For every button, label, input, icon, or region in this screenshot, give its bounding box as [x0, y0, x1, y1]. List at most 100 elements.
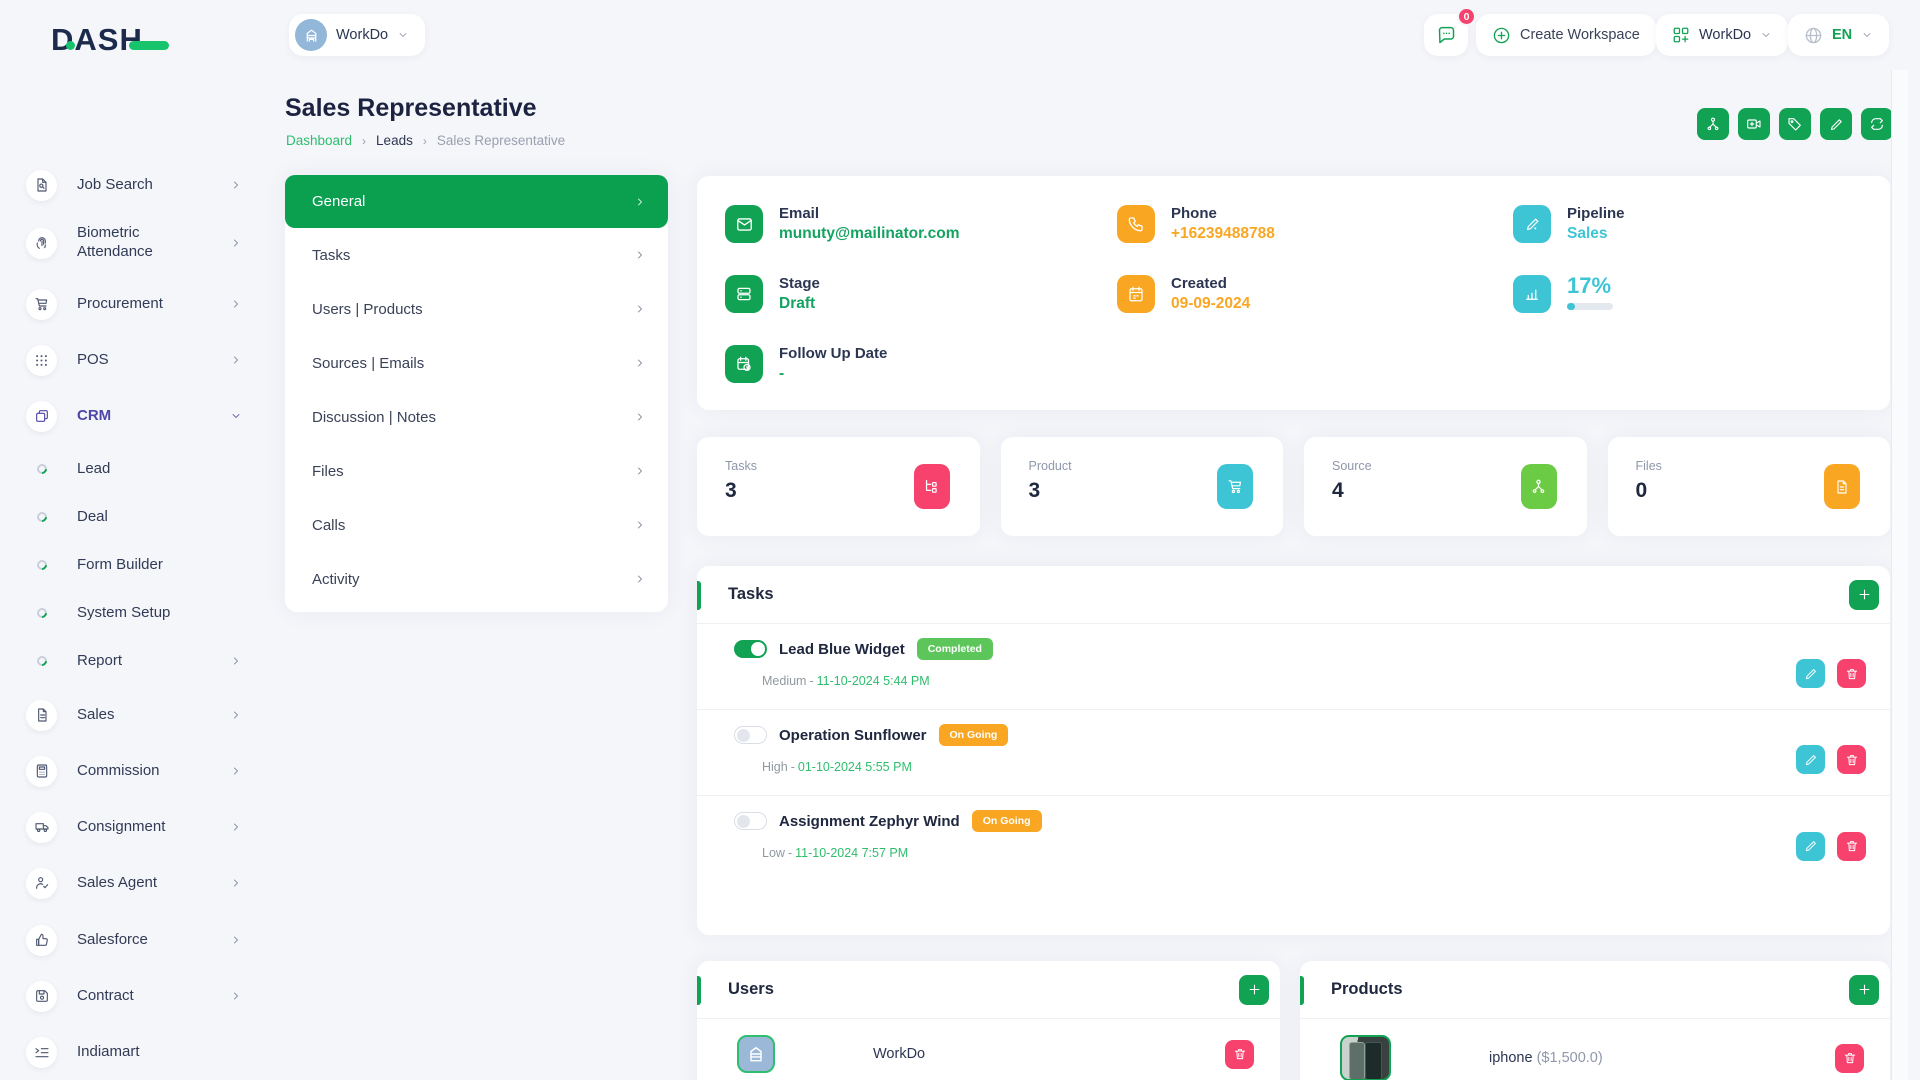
edit-task-button[interactable] — [1796, 745, 1825, 774]
sidebar-item-sales[interactable]: Sales — [26, 687, 242, 743]
product-row: iphone ($1,500.0) — [1300, 1019, 1890, 1080]
create-workspace-button[interactable]: Create Workspace — [1476, 14, 1656, 56]
logo-bar — [129, 41, 169, 50]
trash-icon — [1845, 667, 1859, 681]
lead-detail-column: Emailmunuty@mailinator.com Phone+1623948… — [697, 176, 1890, 1080]
task-complete-toggle[interactable] — [734, 812, 767, 830]
brand-logo[interactable]: DASH — [66, 22, 169, 58]
sidebar-item-system-setup[interactable]: System Setup — [26, 589, 242, 637]
breadcrumb-separator: › — [423, 134, 427, 148]
user-row: WorkDo — [697, 1019, 1280, 1073]
chevron-right-icon — [230, 237, 242, 249]
workspace-name: WorkDo — [336, 27, 388, 43]
add-user-button[interactable] — [1239, 975, 1269, 1005]
convert-to-deal-button[interactable] — [1697, 108, 1729, 140]
sidebar-item-pos[interactable]: POS — [26, 332, 242, 388]
chevron-down-icon — [397, 29, 409, 41]
remove-product-button[interactable] — [1835, 1044, 1864, 1073]
add-product-button[interactable] — [1849, 975, 1879, 1005]
edit-task-button[interactable] — [1796, 832, 1825, 861]
lead-menu-discussion-notes[interactable]: Discussion | Notes — [285, 390, 668, 444]
section-accent-bar — [697, 581, 701, 610]
add-task-button[interactable] — [1849, 580, 1879, 610]
lead-menu-files[interactable]: Files — [285, 444, 668, 498]
sidebar-item-biometric-attendance[interactable]: Biometric Attendance — [26, 211, 242, 275]
delete-task-button[interactable] — [1837, 659, 1866, 688]
edit-task-button[interactable] — [1796, 659, 1825, 688]
chevron-right-icon — [634, 357, 646, 369]
sidebar-item-lead[interactable]: Lead — [26, 445, 242, 493]
language-code: EN — [1832, 27, 1852, 43]
lead-menu-users-products[interactable]: Users | Products — [285, 282, 668, 336]
plus-icon — [1247, 982, 1262, 997]
stage-icon — [725, 275, 763, 313]
cart-icon — [26, 289, 57, 320]
products-section: Products iphone ($1,500.0) — [1300, 961, 1890, 1080]
delete-task-button[interactable] — [1837, 832, 1866, 861]
sidebar-item-crm[interactable]: CRM — [26, 388, 242, 444]
lead-overview-card: Emailmunuty@mailinator.com Phone+1623948… — [697, 176, 1890, 410]
messages-button[interactable]: 0 — [1424, 14, 1468, 56]
chevron-right-icon — [634, 573, 646, 585]
breadcrumb-current: Sales Representative — [437, 133, 565, 148]
building-icon — [746, 1044, 766, 1064]
labels-button[interactable] — [1779, 108, 1811, 140]
chevron-right-icon — [634, 519, 646, 531]
sidebar-item-report[interactable]: Report — [26, 637, 242, 685]
sidebar-item-procurement[interactable]: Procurement — [26, 276, 242, 332]
lead-menu-activity[interactable]: Activity — [285, 552, 668, 606]
submenu-bullet-icon — [26, 656, 57, 666]
submenu-bullet-icon — [26, 608, 57, 618]
language-selector[interactable]: EN — [1788, 14, 1889, 56]
stat-card-tasks: Tasks 3 — [697, 437, 980, 536]
edit-lead-button[interactable] — [1820, 108, 1852, 140]
sidebar-item-form-builder[interactable]: Form Builder — [26, 541, 242, 589]
stat-card-product: Product 3 — [1001, 437, 1284, 536]
tasks-header: Tasks — [697, 566, 1890, 624]
workspace-switcher[interactable]: WorkDo — [289, 14, 425, 56]
lead-menu-sources-emails[interactable]: Sources | Emails — [285, 336, 668, 390]
breadcrumb-dashboard[interactable]: Dashboard — [286, 133, 352, 148]
lead-menu-general[interactable]: General — [285, 175, 668, 228]
email-value: munuty@mailinator.com — [779, 225, 959, 243]
refresh-button[interactable] — [1861, 108, 1893, 140]
sidebar-item-consignment[interactable]: Consignment — [26, 799, 242, 855]
add-call-button[interactable] — [1738, 108, 1770, 140]
lead-menu-calls[interactable]: Calls — [285, 498, 668, 552]
delete-task-button[interactable] — [1837, 745, 1866, 774]
tasks-section: Tasks Lead Blue Widget Completed Medium-… — [697, 566, 1890, 935]
sidebar-item-commission[interactable]: Commission — [26, 743, 242, 799]
users-section: Users WorkDo — [697, 961, 1280, 1080]
field-pipeline: PipelineSales — [1513, 205, 1890, 275]
globe-icon — [1804, 26, 1823, 45]
chevron-right-icon — [634, 303, 646, 315]
calendar-icon — [1117, 275, 1155, 313]
plus-circle-icon — [1492, 26, 1511, 45]
fingerprint-icon — [26, 228, 57, 259]
task-meta: High-01-10-2024 5:55 PM — [762, 760, 1796, 774]
task-complete-toggle[interactable] — [734, 726, 767, 744]
workspace-menu[interactable]: WorkDo — [1656, 14, 1788, 56]
logo-text: DASH — [51, 22, 143, 58]
workspace-menu-label: WorkDo — [1699, 27, 1751, 43]
sidebar-item-sales-agent[interactable]: Sales Agent — [26, 855, 242, 911]
field-phone: Phone+16239488788 — [1117, 205, 1513, 275]
truck-icon — [26, 812, 57, 843]
scrollbar[interactable] — [1891, 70, 1908, 1080]
task-complete-toggle[interactable] — [734, 640, 767, 658]
remove-user-button[interactable] — [1225, 1040, 1254, 1069]
tag-icon — [1787, 116, 1803, 132]
sidebar-item-job-search[interactable]: Job Search — [26, 157, 242, 213]
sidebar-item-contract[interactable]: Contract — [26, 968, 242, 1024]
chevron-right-icon — [230, 765, 242, 777]
sidebar-item-salesforce[interactable]: Salesforce — [26, 912, 242, 968]
sidebar-item-deal[interactable]: Deal — [26, 493, 242, 541]
field-follow-up: Follow Up Date- — [725, 345, 1117, 415]
breadcrumb-leads[interactable]: Leads — [376, 133, 413, 148]
pencil-icon — [1829, 117, 1844, 132]
pencil-icon — [1804, 667, 1818, 681]
sidebar-item-indiamart[interactable]: Indiamart — [26, 1024, 242, 1080]
user-name: WorkDo — [873, 1046, 925, 1062]
chevron-right-icon — [230, 821, 242, 833]
lead-menu-tasks[interactable]: Tasks — [285, 228, 668, 282]
